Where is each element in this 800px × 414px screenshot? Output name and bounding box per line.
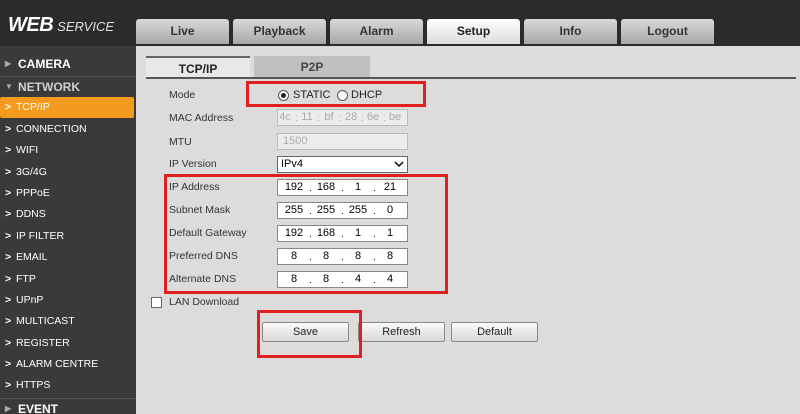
tab-setup[interactable]: Setup <box>427 19 520 44</box>
mac-octet: 28 <box>344 111 358 123</box>
sidebar-item-label: WIFI <box>16 144 39 156</box>
sidebar-camera[interactable]: ▶ CAMERA <box>0 53 136 75</box>
triangle-right-icon: ▶ <box>5 404 12 413</box>
chevron-right-icon: > <box>5 187 12 199</box>
sidebar-network[interactable]: ▼ NETWORK <box>0 76 136 98</box>
sidebar-item-label: IP FILTER <box>16 230 65 242</box>
sidebar-item-label: UPnP <box>16 294 44 306</box>
mtu-label: MTU <box>169 136 192 148</box>
logo-main: WEB <box>8 14 54 36</box>
sidebar-event[interactable]: ▶ EVENT <box>0 398 136 414</box>
mac-label: MAC Address <box>169 112 234 124</box>
tab-info[interactable]: Info <box>524 19 617 44</box>
sidebar-item-label: DDNS <box>16 208 46 220</box>
mac-octet: 4c <box>279 111 291 123</box>
sidebar-item-register[interactable]: > REGISTER <box>0 333 134 354</box>
lan-download-label: LAN Download <box>169 296 240 308</box>
chevron-right-icon: > <box>5 273 12 285</box>
refresh-button[interactable]: Refresh <box>358 322 445 342</box>
main-panel: TCP/IP P2P Mode STATIC DHCP MAC Address … <box>136 46 800 414</box>
sidebar-item-wifi[interactable]: > WIFI <box>0 140 134 161</box>
sidebar-item-label: FTP <box>16 273 36 285</box>
chevron-right-icon: > <box>5 123 12 135</box>
tab-logout[interactable]: Logout <box>621 19 714 44</box>
sidebar-item-connection[interactable]: > CONNECTION <box>0 119 134 140</box>
sidebar-item-alarm-centre[interactable]: > ALARM CENTRE <box>0 354 134 375</box>
sidebar-item-ftp[interactable]: > FTP <box>0 269 134 290</box>
sidebar-item-pppoe[interactable]: > PPPoE <box>0 183 134 204</box>
ipver-value: IPv4 <box>281 158 304 170</box>
sidebar-network-label: NETWORK <box>18 80 80 94</box>
sidebar-item-multicast[interactable]: > MULTICAST <box>0 311 134 332</box>
mac-octet: 11 <box>301 111 313 123</box>
top-bar: WEB SERVICE Live Playback Alarm Setup Inf… <box>0 0 800 46</box>
tab-playback[interactable]: Playback <box>233 19 326 44</box>
sidebar-camera-label: CAMERA <box>18 57 71 71</box>
subtab-p2p[interactable]: P2P <box>254 56 370 78</box>
chevron-right-icon: > <box>5 358 12 370</box>
sidebar-item-https[interactable]: > HTTPS <box>0 375 134 396</box>
chevron-right-icon: > <box>5 208 12 220</box>
chevron-right-icon: > <box>5 315 12 327</box>
chevron-right-icon: > <box>5 230 12 242</box>
sidebar-item-label: PPPoE <box>16 187 50 199</box>
chevron-right-icon: > <box>5 144 12 156</box>
highlight-ip-settings <box>164 174 448 294</box>
highlight-save <box>257 310 362 358</box>
sidebar-item-label: EMAIL <box>16 251 48 263</box>
logo: WEB SERVICE <box>8 14 114 37</box>
mac-octet: be <box>388 111 402 123</box>
sidebar-item-tcpip[interactable]: > TCP/IP <box>0 97 134 118</box>
sidebar-item-ip-filter[interactable]: > IP FILTER <box>0 226 134 247</box>
tab-live[interactable]: Live <box>136 19 229 44</box>
mac-octet: 6e <box>366 111 380 123</box>
subtab-tcpip[interactable]: TCP/IP <box>146 56 250 78</box>
sidebar-item-email[interactable]: > EMAIL <box>0 247 134 268</box>
triangle-down-icon: ▼ <box>5 82 13 91</box>
default-button[interactable]: Default <box>451 322 538 342</box>
sidebar: ▶ CAMERA ▼ NETWORK > TCP/IP > CONNECTION > WI… <box>0 46 136 414</box>
sidebar-item-label: REGISTER <box>16 337 70 349</box>
sidebar-item-label: TCP/IP <box>16 101 50 113</box>
logo-sub: SERVICE <box>57 19 115 34</box>
mac-field: 4c: 11: bf: 28: 6e: be <box>277 109 408 126</box>
triangle-right-icon: ▶ <box>5 59 12 68</box>
sidebar-item-label: CONNECTION <box>16 123 87 135</box>
mode-label: Mode <box>169 89 196 101</box>
mac-octet: bf <box>324 111 334 123</box>
highlight-mode <box>246 81 426 107</box>
sidebar-item-upnp[interactable]: > UPnP <box>0 290 134 311</box>
sidebar-item-label: ALARM CENTRE <box>16 358 99 370</box>
mtu-field: 1500 <box>277 133 408 150</box>
sidebar-item-label: HTTPS <box>16 379 51 391</box>
chevron-down-icon <box>394 161 404 168</box>
mtu-value: 1500 <box>283 135 308 147</box>
sidebar-item-label: MULTICAST <box>16 315 75 327</box>
chevron-right-icon: > <box>5 379 12 391</box>
chevron-right-icon: > <box>5 166 12 178</box>
chevron-right-icon: > <box>5 337 12 349</box>
chevron-right-icon: > <box>5 251 12 263</box>
ipver-label: IP Version <box>169 158 217 170</box>
sidebar-item-3g4g[interactable]: >3G/4G <box>0 162 134 183</box>
lan-download-checkbox[interactable] <box>151 297 162 308</box>
sidebar-event-label: EVENT <box>18 402 59 414</box>
chevron-right-icon: > <box>5 294 12 306</box>
sidebar-item-ddns[interactable]: > DDNS <box>0 204 134 225</box>
subtab-underline <box>146 77 796 79</box>
tab-alarm[interactable]: Alarm <box>330 19 423 44</box>
sidebar-item-label: 3G/4G <box>16 166 47 178</box>
ipver-select[interactable]: IPv4 <box>277 156 408 173</box>
chevron-right-icon: > <box>5 101 12 113</box>
